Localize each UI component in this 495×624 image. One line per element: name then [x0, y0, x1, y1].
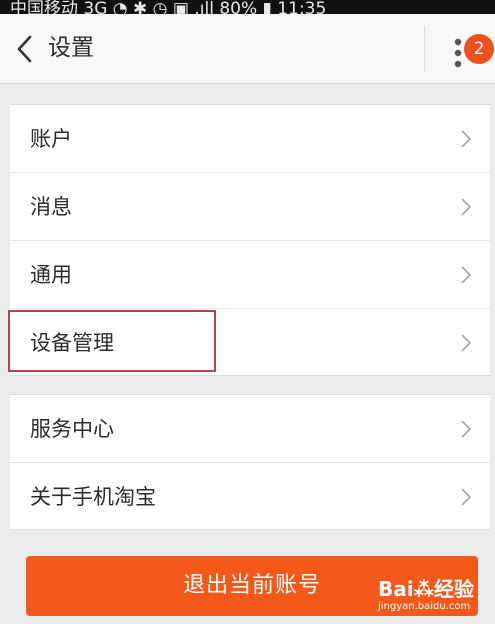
settings-row-label: 消息 — [30, 195, 72, 219]
settings-row-label: 服务中心 — [30, 417, 114, 441]
settings-row-service-center[interactable]: 服务中心 — [10, 395, 490, 463]
chevron-right-icon — [461, 334, 472, 352]
settings-row-label: 账户 — [30, 127, 72, 151]
settings-group-secondary: 服务中心 关于手机淘宝 — [10, 394, 490, 530]
settings-row-label: 通用 — [30, 263, 72, 287]
chevron-right-icon — [461, 130, 472, 148]
header-divider — [424, 26, 425, 72]
settings-row-general[interactable]: 通用 — [10, 241, 490, 309]
more-vertical-icon[interactable] — [453, 36, 463, 70]
baidu-watermark: Bai⁂经验 jingyan.baidu.com — [378, 571, 495, 621]
chevron-right-icon — [461, 266, 472, 284]
chevron-right-icon — [461, 198, 472, 216]
chevron-left-icon[interactable] — [14, 34, 36, 64]
settings-row-about[interactable]: 关于手机淘宝 — [10, 463, 490, 531]
settings-row-messages[interactable]: 消息 — [10, 173, 490, 241]
settings-row-account[interactable]: 账户 — [10, 105, 490, 173]
highlight-annotation-box — [8, 310, 216, 372]
watermark-url: jingyan.baidu.com — [378, 601, 471, 612]
notification-badge: 2 — [464, 34, 494, 64]
chevron-right-icon — [461, 420, 472, 438]
status-bar: 中国移动 3G ◔ ✱ ◷ ▣ .ıll 80% ▮ 11:35 — [0, 0, 495, 19]
settings-row-label: 关于手机淘宝 — [30, 485, 156, 509]
watermark-logo: Bai⁂经验 — [378, 577, 475, 601]
page-title: 设置 — [48, 35, 94, 61]
chevron-right-icon — [461, 488, 472, 506]
header-bar: 设置 2 — [0, 14, 495, 84]
